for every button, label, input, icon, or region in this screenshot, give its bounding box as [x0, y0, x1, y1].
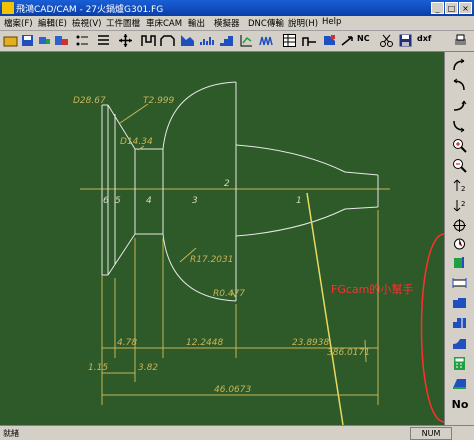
toolbar: NC dxf — [0, 31, 474, 52]
drawing-canvas[interactable]: D28.67 T2.999 D14.34 R17.2031 R0.477 6 5… — [0, 52, 444, 425]
bar-cut-icon[interactable] — [199, 33, 214, 48]
sort-up-icon[interactable]: 2 — [452, 178, 467, 193]
leader-lines — [119, 103, 367, 363]
finish-cut-icon[interactable] — [452, 315, 467, 330]
segment-6-label: 6 — [103, 196, 109, 206]
status-bar: 就緒 NUM — [0, 425, 474, 440]
menu-help-en[interactable]: Help — [322, 17, 341, 27]
sort-down-icon[interactable]: 2 — [452, 198, 467, 213]
menu-bar: 檔案(F) 編輯(E) 檢視(V) 工件圖檔 車床CAM 輸出 模擬器 DNC傳… — [0, 16, 474, 31]
step-cut-icon[interactable] — [219, 33, 234, 48]
arc-up-icon[interactable] — [452, 98, 467, 113]
dim-23-8938: 23.8938 — [292, 338, 329, 348]
face-cut-icon[interactable] — [180, 33, 195, 48]
extension-lines — [101, 210, 379, 405]
save-part-icon[interactable] — [20, 33, 35, 48]
close-button[interactable]: × — [459, 2, 472, 14]
outer-diameter-label: D28.67 — [73, 96, 106, 106]
arc-ccw-icon[interactable] — [452, 78, 467, 93]
dim-12-2448: 12.2448 — [186, 338, 223, 348]
dim-46-0673: 46.0673 — [214, 385, 251, 395]
part-shape-icon[interactable] — [37, 33, 52, 48]
right-toolbar: 2 2 No — [444, 52, 474, 425]
menu-output[interactable]: 輸出 — [188, 17, 205, 29]
dim-4-78: 4.78 — [117, 338, 137, 348]
num-lock-indicator: NUM — [410, 427, 452, 440]
title-bar: 飛鴻CAD/CAM - 27火鍋爐G301.FG _ □ × — [0, 0, 474, 16]
tool-green-icon[interactable] — [452, 255, 467, 270]
menu-edit[interactable]: 編輯(E) — [38, 17, 67, 29]
window-title: 飛鴻CAD/CAM - 27火鍋爐G301.FG — [16, 5, 164, 15]
line-number-button[interactable]: No — [450, 397, 470, 413]
status-text: 就緒 — [3, 429, 19, 438]
print-icon[interactable] — [453, 33, 468, 48]
profile-cut-icon[interactable] — [452, 336, 467, 351]
list-icon[interactable] — [96, 33, 111, 48]
tool-change-icon[interactable] — [452, 236, 467, 251]
menu-file[interactable]: 檔案(F) — [4, 17, 33, 29]
chamfer-icon[interactable] — [160, 33, 175, 48]
segment-5-label: 5 — [115, 196, 121, 206]
menu-simulator[interactable]: 模擬器 — [214, 17, 240, 29]
menu-part-file[interactable]: 工件圖檔 — [106, 17, 140, 29]
dxf-button[interactable]: dxf — [417, 34, 431, 43]
tool-path-icon[interactable] — [239, 33, 254, 48]
neck-diameter-label: D14.34 — [120, 137, 153, 147]
menu-help[interactable]: 說明(H) — [288, 17, 318, 29]
menu-view[interactable]: 檢視(V) — [72, 17, 101, 29]
nc-button[interactable]: NC — [357, 34, 370, 43]
segment-3-label: 3 — [192, 196, 198, 206]
calculator-icon[interactable] — [452, 356, 467, 371]
small-radius-label: R0.477 — [213, 289, 245, 299]
thread-icon[interactable] — [259, 33, 274, 48]
zoom-in-icon[interactable] — [452, 138, 467, 153]
segment-1-label: 1 — [296, 196, 302, 206]
helper-annotation: FGcam的小幫手 — [331, 282, 413, 296]
grid-points-icon[interactable] — [74, 33, 89, 48]
move-icon[interactable] — [118, 33, 133, 48]
radius-label: R17.2031 — [190, 255, 233, 265]
part-outline — [101, 81, 379, 302]
dim-3-82: 3.82 — [138, 363, 158, 373]
tool-table-icon[interactable] — [322, 33, 337, 48]
app-icon — [2, 2, 14, 14]
menu-lathe-cam[interactable]: 車床CAM — [146, 17, 182, 29]
callout-line — [306, 192, 344, 425]
arc-cw-icon[interactable] — [452, 58, 467, 73]
simulate-icon[interactable] — [452, 375, 467, 390]
stock-icon[interactable] — [452, 275, 467, 290]
origin-icon[interactable] — [452, 218, 467, 233]
wall-thickness-label: T2.999 — [143, 96, 175, 106]
save-icon[interactable] — [398, 33, 413, 48]
dim-386-0171: 386.0171 — [327, 348, 370, 358]
dim-1-15: 1.15 — [88, 363, 108, 373]
arrow-tool-icon[interactable] — [340, 33, 355, 48]
arc-down-icon[interactable] — [452, 118, 467, 133]
segment-4-label: 4 — [146, 196, 152, 206]
minimize-button[interactable]: _ — [431, 2, 444, 14]
rough-cut-icon[interactable] — [452, 295, 467, 310]
part-profile-icon[interactable] — [54, 33, 69, 48]
cut-icon[interactable] — [379, 33, 394, 48]
menu-dnc[interactable]: DNC傳輸 — [248, 17, 284, 29]
drill-icon[interactable] — [302, 33, 317, 48]
segment-2-label: 2 — [224, 179, 230, 189]
groove-icon[interactable] — [141, 33, 156, 48]
svg-text:2: 2 — [461, 200, 465, 208]
zoom-out-icon[interactable] — [452, 158, 467, 173]
svg-text:2: 2 — [461, 185, 465, 193]
maximize-button[interactable]: □ — [445, 2, 458, 14]
open-file-icon[interactable] — [3, 33, 18, 48]
table-icon[interactable] — [282, 33, 297, 48]
annotation-bracket — [420, 233, 444, 423]
part-drawing: D28.67 T2.999 D14.34 R17.2031 R0.477 6 5… — [73, 81, 444, 425]
